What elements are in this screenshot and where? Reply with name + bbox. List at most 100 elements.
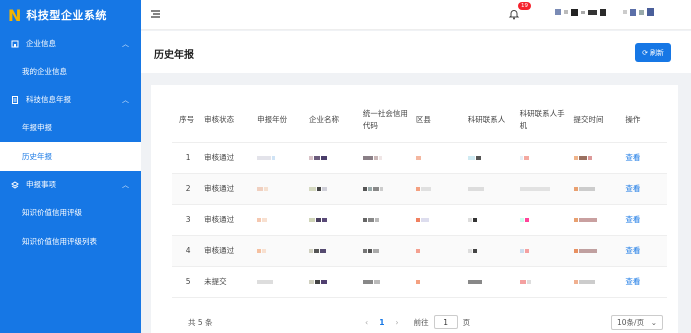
page-size-select[interactable]: 10条/页 ⌄ (611, 315, 663, 330)
sidebar-item-annual-report-apply[interactable]: 年报申报 (0, 113, 141, 142)
cell-phone-redacted (519, 204, 574, 236)
sidebar-item-credit-rating[interactable]: 知识价值信用评级 (0, 198, 141, 227)
page-title: 历史年报 (154, 50, 194, 61)
cell-company-redacted (308, 266, 363, 298)
cell-no: 1 (172, 142, 205, 174)
cell-company-redacted (308, 173, 363, 205)
refresh-button[interactable]: ⟳ 刷新 (635, 43, 671, 62)
cell-no: 4 (172, 235, 205, 267)
brand: N 科技型企业系统 (0, 0, 141, 30)
cell-time-redacted (573, 142, 626, 174)
cell-year-redacted (257, 173, 309, 205)
page-number-current[interactable]: 1 (379, 318, 384, 327)
next-page-icon[interactable]: › (395, 318, 398, 327)
chevron-down-icon: ⌄ (650, 318, 657, 327)
menu-group-declaration[interactable]: 申报事项 ︿ (0, 171, 141, 198)
cell-no: 2 (172, 173, 205, 205)
view-link[interactable]: 查看 (625, 142, 667, 174)
cell-time-redacted (573, 235, 626, 267)
cell-contact-redacted (467, 142, 520, 174)
cell-phone-redacted (519, 142, 574, 174)
view-link[interactable]: 查看 (625, 266, 667, 298)
col-header-action: 操作 (625, 99, 667, 143)
cell-phone-redacted (519, 266, 574, 298)
chevron-up-icon: ︿ (122, 39, 129, 48)
cell-no: 3 (172, 204, 205, 236)
app-title: 科技型企业系统 (26, 9, 107, 22)
col-header-year: 申报年份 (257, 99, 309, 143)
col-header-credit-code: 统一社会信用代码 (362, 99, 416, 143)
cell-code-redacted (362, 235, 416, 267)
col-header-submit-time: 提交时间 (573, 99, 626, 143)
col-header-company-name: 企业名称 (308, 99, 363, 143)
table-row: 2 审核通过 查看 (172, 173, 667, 205)
col-header-no: 序号 (172, 99, 205, 143)
cell-code-redacted (362, 204, 416, 236)
cell-year-redacted (257, 235, 309, 267)
cell-district-redacted (415, 235, 468, 267)
goto-prefix: 前往 (413, 317, 429, 327)
cell-code-redacted (362, 266, 416, 298)
table-header-row: 序号 审核状态 申报年份 企业名称 统一社会信用代码 区县 科研联系人 科研联系… (172, 99, 667, 143)
refresh-label: 刷新 (649, 48, 664, 57)
cell-year-redacted (257, 142, 309, 174)
goto-page-input[interactable] (433, 315, 458, 329)
cell-code-redacted (362, 173, 416, 205)
view-link[interactable]: 查看 (625, 235, 667, 267)
chevron-up-icon: ︿ (122, 180, 129, 189)
sidebar-item-history-report[interactable]: 历史年报 (0, 142, 141, 171)
cell-district-redacted (415, 142, 468, 174)
cell-contact-redacted (467, 235, 520, 267)
cell-contact-redacted (467, 173, 520, 205)
building-icon (10, 39, 19, 48)
cell-status: 审核通过 (204, 142, 258, 174)
cell-company-redacted (308, 142, 363, 174)
cell-company-redacted (308, 235, 363, 267)
cell-year-redacted (257, 204, 309, 236)
notification-badge: 19 (518, 2, 531, 10)
cell-code-redacted (362, 142, 416, 174)
cell-status: 审核通过 (204, 204, 258, 236)
cell-phone-redacted (519, 173, 574, 205)
cell-no: 5 (172, 266, 205, 298)
col-header-contact-phone: 科研联系人手机 (519, 99, 574, 143)
cell-district-redacted (415, 266, 468, 298)
cell-time-redacted (573, 266, 626, 298)
menu-group-label: 科技信息年报 (26, 95, 71, 104)
user-info[interactable] (555, 8, 654, 16)
cell-company-redacted (308, 204, 363, 236)
app-logo: N (8, 5, 21, 25)
bell-icon[interactable] (508, 8, 520, 22)
menu-group-enterprise-info[interactable]: 企业信息 ︿ (0, 30, 141, 57)
total-count: 共 5 条 (188, 318, 213, 327)
table-row: 4 审核通过 查看 (172, 235, 667, 267)
cell-contact-redacted (467, 204, 520, 236)
table-row: 5 未提交 查看 (172, 266, 667, 298)
goto-suffix: 页 (462, 317, 471, 327)
cell-district-redacted (415, 204, 468, 236)
sidebar-item-my-enterprise[interactable]: 我的企业信息 (0, 57, 141, 86)
goto-page: 前往 页 (413, 315, 471, 329)
cell-status: 审核通过 (204, 173, 258, 205)
menu-toggle-icon[interactable] (151, 10, 160, 20)
prev-page-icon[interactable]: ‹ (365, 318, 368, 327)
chevron-up-icon: ︿ (122, 95, 129, 104)
view-link[interactable]: 查看 (625, 173, 667, 205)
col-header-status: 审核状态 (204, 99, 258, 143)
cell-time-redacted (573, 173, 626, 205)
top-bar: 19 (141, 0, 691, 30)
table-card: 序号 审核状态 申报年份 企业名称 统一社会信用代码 区县 科研联系人 科研联系… (151, 85, 678, 333)
cell-status: 未提交 (204, 266, 258, 298)
cell-district-redacted (415, 173, 468, 205)
menu-group-annual-report[interactable]: 科技信息年报 ︿ (0, 86, 141, 113)
layers-icon (10, 180, 19, 189)
menu-group-label: 申报事项 (26, 180, 56, 189)
cell-phone-redacted (519, 235, 574, 267)
pagination: ‹ 1 › 前往 页 (365, 315, 470, 329)
view-link[interactable]: 查看 (625, 204, 667, 236)
col-header-contact: 科研联系人 (467, 99, 520, 143)
sidebar-item-credit-rating-list[interactable]: 知识价值信用评级列表 (0, 227, 141, 256)
cell-time-redacted (573, 204, 626, 236)
sidebar: N 科技型企业系统 企业信息 ︿ 我的企业信息 科技信息年报 ︿ 年报申报 历史… (0, 0, 141, 333)
table-row: 1 审核通过 查看 (172, 142, 667, 174)
